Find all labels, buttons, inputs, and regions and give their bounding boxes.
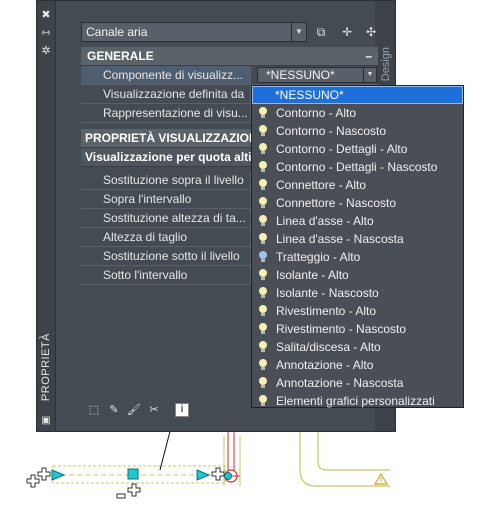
property-label: Sopra l'intervallo xyxy=(81,190,251,208)
dropdown-item[interactable]: Linea d'asse - Alto xyxy=(252,212,463,230)
section-display-title: PROPRIETÀ VISUALIZZAZIONE xyxy=(85,131,266,145)
lightbulb-icon xyxy=(258,377,268,389)
display-component-value: *NESSUNO* xyxy=(266,68,335,82)
dropdown-item[interactable]: Isolante - Alto xyxy=(252,266,463,284)
chevron-down-icon[interactable]: ▼ xyxy=(363,68,376,82)
property-label: Sostituzione altezza di ta... xyxy=(81,209,251,227)
collapse-icon[interactable]: – xyxy=(365,47,372,66)
lightbulb-icon xyxy=(258,341,268,353)
dropdown-item-label: Annotazione - Alto xyxy=(276,358,374,372)
dropdown-item-label: Connettore - Alto xyxy=(276,178,367,192)
lightbulb-icon xyxy=(258,161,268,173)
lightbulb-icon xyxy=(258,269,268,281)
dropdown-item-selected[interactable]: *NESSUNO* xyxy=(252,86,463,104)
select-objects-icon[interactable]: ✛ xyxy=(339,24,355,40)
eraser-icon[interactable]: ✂ xyxy=(147,403,161,417)
dropdown-item-label: Isolante - Nascosto xyxy=(276,286,379,300)
lightbulb-icon xyxy=(258,395,268,407)
dropdown-item[interactable]: Elementi grafici personalizzati xyxy=(252,392,463,410)
dropdown-item[interactable]: Annotazione - Alto xyxy=(252,356,463,374)
lightbulb-icon xyxy=(258,233,268,245)
palette-menu-icon[interactable]: ▣ xyxy=(40,415,52,427)
palette-title-strip: ✖ ⇿ ✲ PROPRIETÀ ▣ xyxy=(37,1,56,431)
dropdown-item-label: Contorno - Alto xyxy=(276,106,357,120)
section-general-header[interactable]: GENERALE – xyxy=(81,47,378,66)
lightbulb-icon xyxy=(258,251,268,263)
property-label: Componente di visualizz... xyxy=(81,66,251,84)
property-label: Sotto l'intervallo xyxy=(81,266,251,284)
dropdown-item[interactable]: Connettore - Alto xyxy=(252,176,463,194)
lightbulb-icon xyxy=(258,215,268,227)
pin-icon[interactable]: ⇿ xyxy=(40,27,52,39)
settings-icon[interactable]: ✲ xyxy=(40,45,52,57)
dropdown-item-label: Linea d'asse - Nascosta xyxy=(276,232,404,246)
dropdown-item-label: Rivestimento - Nascosto xyxy=(276,322,407,336)
lightbulb-icon xyxy=(258,305,268,317)
chevron-down-icon[interactable]: ▼ xyxy=(291,23,306,41)
dropdown-item-label: Contorno - Dettagli - Nascosto xyxy=(276,160,438,174)
lightbulb-icon xyxy=(258,107,268,119)
property-label: Altezza di taglio xyxy=(81,228,251,246)
section-display-subtitle: Visualizzazione per quota altim xyxy=(85,150,263,164)
dropdown-item[interactable]: Rivestimento - Alto xyxy=(252,302,463,320)
dropdown-item[interactable]: Contorno - Dettagli - Nascosto xyxy=(252,158,463,176)
section-general-title: GENERALE xyxy=(87,49,154,63)
dropdown-item-label: Contorno - Nascosto xyxy=(276,124,387,138)
dropdown-item-label: Tratteggio - Alto xyxy=(276,250,361,264)
lightbulb-icon xyxy=(258,197,268,209)
quick-select-icon[interactable]: ⧉ xyxy=(313,24,329,40)
toggle-pickadd-icon[interactable]: ✣ xyxy=(363,24,379,40)
dropdown-item-label: Linea d'asse - Alto xyxy=(276,214,374,228)
dropdown-item-label: Rivestimento - Alto xyxy=(276,304,377,318)
property-label: Sostituzione sotto il livello xyxy=(81,247,251,265)
lightbulb-icon xyxy=(258,323,268,335)
info-icon[interactable]: i xyxy=(175,403,189,417)
property-label: Sostituzione sopra il livello xyxy=(81,171,251,189)
property-row[interactable]: Componente di visualizz... *NESSUNO* ▼ xyxy=(81,66,378,85)
dropdown-item[interactable]: Annotazione - Nascosta xyxy=(252,374,463,392)
dropdown-item-label: Connettore - Nascosto xyxy=(276,196,397,210)
property-label: Rappresentazione di visu... xyxy=(81,104,251,122)
dropdown-item-label: Isolante - Alto xyxy=(276,268,349,282)
palette-title: PROPRIETÀ xyxy=(40,332,52,401)
object-type-combo[interactable]: Canale aria ▼ xyxy=(81,22,307,42)
dropdown-item[interactable]: Contorno - Dettagli - Alto xyxy=(252,140,463,158)
dropdown-item-label: Annotazione - Nascosta xyxy=(276,376,404,390)
lightbulb-icon xyxy=(258,179,268,191)
dropdown-item[interactable]: Contorno - Nascosto xyxy=(252,122,463,140)
dropdown-item[interactable]: Isolante - Nascosto xyxy=(252,284,463,302)
display-component-dropdown: *NESSUNO* Contorno - Alto Contorno - Nas… xyxy=(251,85,464,408)
lightbulb-icon xyxy=(258,359,268,371)
lightbulb-icon xyxy=(258,125,268,137)
dropdown-item[interactable]: Tratteggio - Alto xyxy=(252,248,463,266)
dropdown-item[interactable]: Linea d'asse - Nascosta xyxy=(252,230,463,248)
dropdown-item[interactable]: Contorno - Alto xyxy=(252,104,463,122)
object-type-value: Canale aria xyxy=(86,25,148,39)
dropdown-item-label: Contorno - Dettagli - Alto xyxy=(276,142,408,156)
design-tab[interactable]: Design xyxy=(380,47,392,81)
property-label: Visualizzazione definita da xyxy=(81,85,251,103)
dropdown-item-label: *NESSUNO* xyxy=(275,88,344,102)
dropdown-item-label: Elementi grafici personalizzati xyxy=(276,394,435,408)
display-component-combo[interactable]: *NESSUNO* ▼ xyxy=(257,67,377,83)
paint-icon[interactable]: 🖌 xyxy=(127,403,141,417)
lightbulb-icon xyxy=(258,287,268,299)
bottom-toolbar: ⬚ ✎ 🖌 ✂ i xyxy=(87,403,189,419)
lightbulb-icon xyxy=(258,143,268,155)
dropdown-item[interactable]: Salita/discesa - Alto xyxy=(252,338,463,356)
select-objects-icon[interactable]: ⬚ xyxy=(87,403,101,417)
dropdown-item-label: Salita/discesa - Alto xyxy=(276,340,381,354)
edit-style-icon[interactable]: ✎ xyxy=(107,403,121,417)
close-icon[interactable]: ✖ xyxy=(40,9,52,21)
dropdown-item[interactable]: Connettore - Nascosto xyxy=(252,194,463,212)
dropdown-item[interactable]: Rivestimento - Nascosto xyxy=(252,320,463,338)
